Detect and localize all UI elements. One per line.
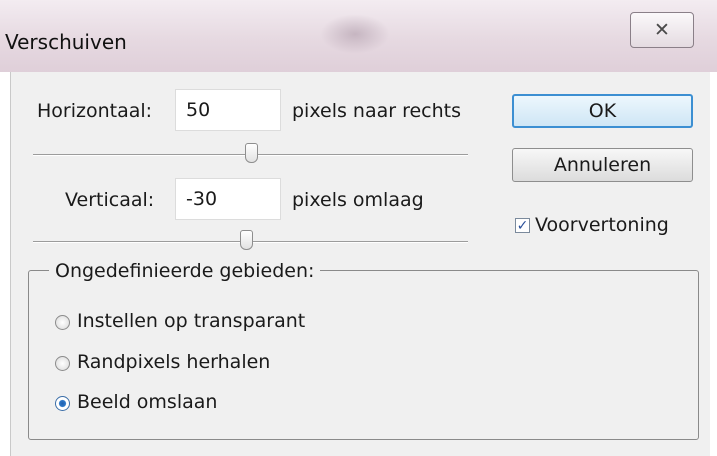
cancel-button[interactable]: Annuleren [512, 148, 693, 182]
radio-repeat-edge[interactable] [55, 356, 70, 371]
radio-transparent[interactable] [55, 315, 70, 330]
horizontal-input[interactable] [175, 89, 281, 131]
vertical-slider-thumb[interactable] [240, 230, 254, 250]
vertical-input[interactable] [175, 178, 281, 220]
radio-transparent-label[interactable]: Instellen op transparant [77, 310, 305, 332]
dialog-title: Verschuiven [5, 30, 127, 54]
ok-button[interactable]: OK [512, 94, 693, 128]
horizontal-label: Horizontaal: [37, 100, 153, 122]
preview-label[interactable]: Voorvertoning [535, 214, 669, 236]
close-button[interactable]: ✕ [630, 12, 694, 48]
horizontal-unit-label: pixels naar rechts [292, 100, 462, 122]
vertical-slider[interactable] [33, 230, 468, 254]
title-bar: Verschuiven ✕ [0, 0, 717, 72]
vertical-unit-label: pixels omlaag [292, 189, 424, 211]
radio-wrap-around-label[interactable]: Beeld omslaan [77, 391, 217, 413]
titlebar-glass-decoration [320, 14, 390, 54]
radio-repeat-edge-label[interactable]: Randpixels herhalen [77, 351, 270, 373]
horizontal-slider-thumb[interactable] [244, 143, 258, 163]
radio-wrap-around[interactable] [55, 396, 70, 411]
vertical-label: Verticaal: [65, 189, 155, 211]
dialog-body: Horizontaal: pixels naar rechts Verticaa… [10, 72, 710, 456]
preview-checkbox[interactable]: ✓ [515, 218, 530, 233]
close-icon: ✕ [654, 19, 670, 41]
checkbox-checked-icon: ✓ [516, 217, 529, 234]
undefined-areas-legend: Ongedefinieerde gebieden: [49, 260, 321, 282]
horizontal-slider[interactable] [33, 143, 468, 167]
